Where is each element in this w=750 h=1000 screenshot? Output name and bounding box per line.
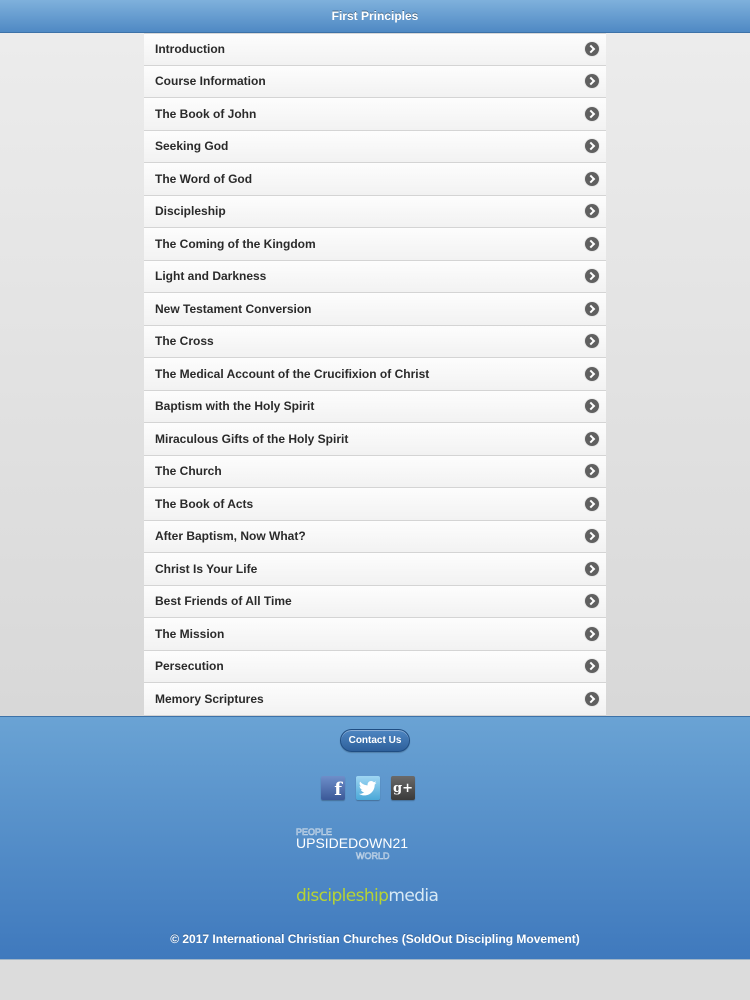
contact-us-button[interactable]: Contact Us	[340, 729, 410, 752]
lesson-item-label: The Cross	[155, 334, 214, 349]
app-header: First Principles	[0, 0, 750, 33]
twitter-bird-icon	[359, 780, 377, 795]
chevron-right-icon	[585, 626, 599, 641]
lesson-item[interactable]: Persecution	[144, 650, 606, 683]
bottom-strip	[0, 959, 750, 1000]
media-word: media	[388, 886, 438, 906]
chevron-right-icon	[585, 236, 599, 251]
chevron-right-icon	[585, 691, 599, 706]
lesson-item-label: The Church	[155, 464, 222, 479]
lesson-item-label: Persecution	[155, 659, 224, 674]
lesson-item-label: Best Friends of All Time	[155, 594, 292, 609]
lesson-item-label: The Book of Acts	[155, 496, 254, 511]
lesson-item-label: The Coming of the Kingdom	[155, 236, 316, 251]
facebook-icon[interactable]: f	[321, 776, 345, 800]
lesson-item[interactable]: The Church	[144, 455, 606, 488]
lesson-item-label: Discipleship	[155, 204, 226, 219]
chevron-right-icon	[585, 659, 599, 674]
chevron-right-icon	[585, 594, 599, 609]
chevron-right-icon	[585, 464, 599, 479]
lesson-item[interactable]: Discipleship	[144, 195, 606, 228]
lesson-item[interactable]: Miraculous Gifts of the Holy Spirit	[144, 423, 606, 456]
lesson-item-label: After Baptism, Now What?	[155, 529, 306, 544]
social-links: f g+	[321, 776, 415, 800]
lesson-item-label: Christ Is Your Life	[155, 561, 258, 576]
upsidedown-logo-main: UPSIDEDOWN21	[296, 835, 408, 851]
lesson-item[interactable]: The Book of Acts	[144, 488, 606, 521]
upsidedown-logo-below: WORLD	[356, 851, 390, 861]
discipleship-media-logo[interactable]: discipleshipmedia	[296, 882, 456, 908]
lesson-item[interactable]: Light and Darkness	[144, 260, 606, 293]
chevron-right-icon	[585, 74, 599, 89]
lesson-item[interactable]: Memory Scriptures	[144, 683, 606, 716]
lesson-item-label: The Mission	[155, 626, 225, 641]
lesson-item[interactable]: Course Information	[144, 65, 606, 98]
lesson-item[interactable]: Best Friends of All Time	[144, 585, 606, 618]
footer: Contact Us f g+ PEOPLE UPSIDEDOWN21 WORL…	[0, 716, 750, 959]
lesson-item[interactable]: After Baptism, Now What?	[144, 520, 606, 553]
lesson-item-label: The Word of God	[155, 171, 253, 186]
lesson-item[interactable]: The Medical Account of the Crucifixion o…	[144, 358, 606, 391]
lesson-item-label: Seeking God	[155, 139, 229, 154]
twitter-icon[interactable]	[356, 776, 380, 800]
chevron-right-icon	[585, 139, 599, 154]
chevron-right-icon	[585, 431, 599, 446]
google-plus-icon[interactable]: g+	[391, 776, 415, 800]
lesson-item[interactable]: Seeking God	[144, 130, 606, 163]
lesson-item[interactable]: Introduction	[144, 33, 606, 66]
chevron-right-icon	[585, 42, 599, 57]
lesson-item-label: The Book of John	[155, 106, 257, 121]
lesson-item[interactable]: The Book of John	[144, 98, 606, 131]
chevron-right-icon	[585, 106, 599, 121]
lesson-item[interactable]: Christ Is Your Life	[144, 553, 606, 586]
lesson-item-label: Baptism with the Holy Spirit	[155, 399, 315, 414]
lesson-item[interactable]: The Cross	[144, 325, 606, 358]
lesson-list: Introduction Course Information The Book o…	[144, 33, 606, 716]
lesson-item-label: Light and Darkness	[155, 269, 267, 284]
chevron-right-icon	[585, 269, 599, 284]
chevron-right-icon	[585, 399, 599, 414]
lesson-item-label: The Medical Account of the Crucifixion o…	[155, 366, 430, 381]
lesson-item[interactable]: New Testament Conversion	[144, 293, 606, 326]
chevron-right-icon	[585, 171, 599, 186]
lesson-item[interactable]: The Mission	[144, 618, 606, 651]
chevron-right-icon	[585, 529, 599, 544]
lesson-item[interactable]: The Coming of the Kingdom	[144, 228, 606, 261]
upsidedown21-logo[interactable]: PEOPLE UPSIDEDOWN21 WORLD	[294, 825, 459, 861]
page-title: First Principles	[331, 9, 419, 23]
chevron-right-icon	[585, 496, 599, 511]
chevron-right-icon	[585, 561, 599, 576]
chevron-right-icon	[585, 204, 599, 219]
lesson-item-label: Course Information	[155, 74, 266, 89]
lesson-item[interactable]: Baptism with the Holy Spirit	[144, 390, 606, 423]
copyright-text: © 2017 International Christian Churches …	[170, 932, 580, 946]
lesson-item-label: Memory Scriptures	[155, 691, 264, 706]
chevron-right-icon	[585, 301, 599, 316]
discipleship-word: discipleship	[296, 886, 388, 906]
chevron-right-icon	[585, 366, 599, 381]
lesson-item-label: Introduction	[155, 42, 225, 57]
lesson-item-label: Miraculous Gifts of the Holy Spirit	[155, 431, 349, 446]
lesson-item-label: New Testament Conversion	[155, 301, 312, 316]
chevron-right-icon	[585, 334, 599, 349]
lesson-item[interactable]: The Word of God	[144, 163, 606, 196]
discipleship-media-wordmark: discipleshipmedia	[296, 886, 438, 906]
